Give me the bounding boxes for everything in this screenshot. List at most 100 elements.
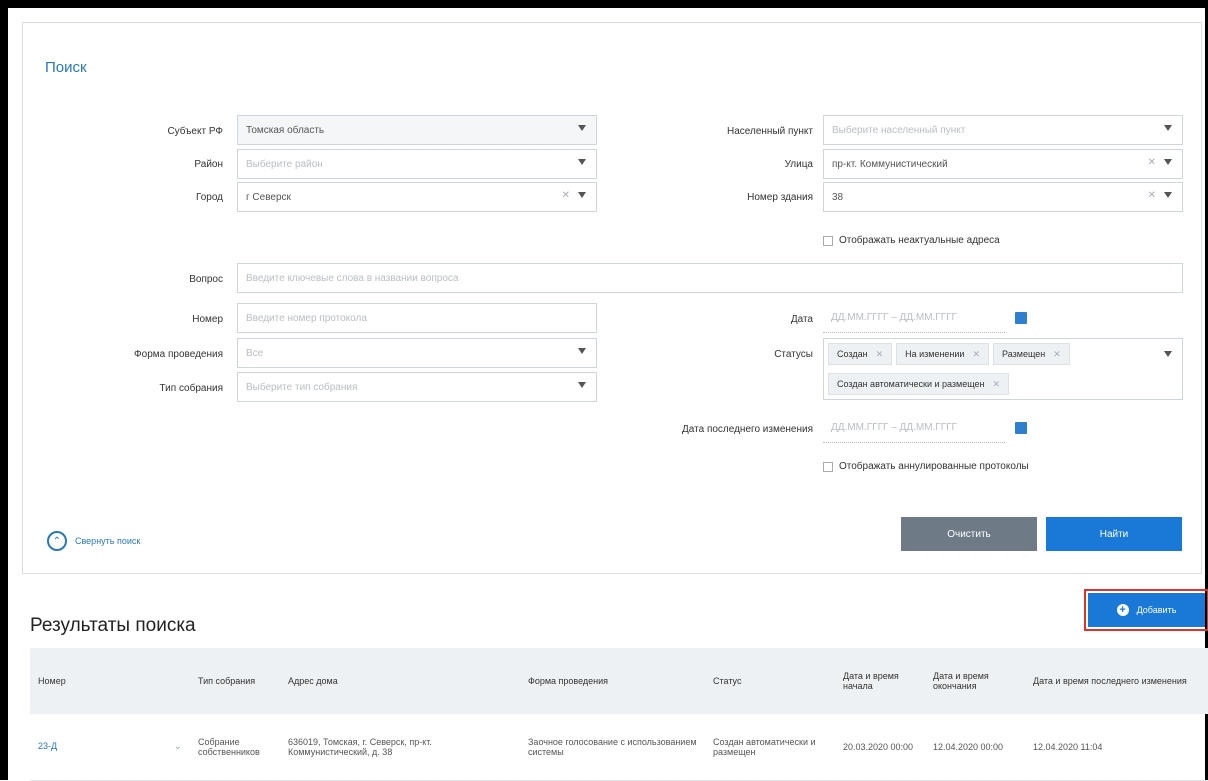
column-header[interactable]: Дата и время последнего изменения <box>1025 648 1208 714</box>
column-header[interactable]: Номер <box>30 648 190 714</box>
results-title: Результаты поиска <box>30 615 196 636</box>
clear-icon[interactable]: ✕ <box>1148 157 1156 168</box>
building-select[interactable]: 38 ✕ <box>823 182 1183 212</box>
close-icon[interactable]: ✕ <box>972 349 980 360</box>
row-start: 20.03.2020 00:00 <box>835 714 925 781</box>
row-type: Собрание собственников <box>190 714 280 781</box>
column-header[interactable]: Дата и время окончания <box>925 648 1025 714</box>
number-label: Номер <box>192 314 223 325</box>
chevron-down-icon <box>578 125 586 131</box>
chevron-down-icon <box>1164 125 1172 131</box>
clear-icon[interactable]: ✕ <box>562 190 570 201</box>
street-value: пр-кт. Коммунистический <box>832 158 948 170</box>
calendar-icon[interactable] <box>1015 312 1027 324</box>
table-row[interactable]: 23-Д ⌄ Собрание собственников 636019, Том… <box>30 714 1208 781</box>
district-placeholder: Выберите район <box>246 158 323 170</box>
row-form: Заочное голосование с использованием сис… <box>520 714 705 781</box>
chevron-down-icon <box>1164 351 1172 357</box>
subject-label: Субъект РФ <box>167 126 223 137</box>
street-label: Улица <box>784 159 813 170</box>
status-chip-label: Создан <box>837 349 868 359</box>
last-change-label: Дата последнего изменения <box>682 424 813 435</box>
city-value: г Северск <box>246 191 291 203</box>
chevron-down-icon <box>578 382 586 388</box>
chevron-down-icon <box>578 348 586 354</box>
row-number[interactable]: 23-Д <box>38 741 57 751</box>
number-input[interactable]: Введите номер протокола <box>237 303 597 333</box>
question-input[interactable]: Введите ключевые слова в названии вопрос… <box>237 263 1183 293</box>
show-cancelled-label: Отображать аннулированные протоколы <box>839 461 1029 472</box>
subject-value: Томская область <box>246 124 325 136</box>
checkbox-icon[interactable] <box>823 461 833 472</box>
column-header[interactable]: Форма проведения <box>520 648 705 714</box>
question-placeholder: Введите ключевые слова в названии вопрос… <box>246 272 459 284</box>
protocol-number-link[interactable]: 23-Д ⌄ <box>30 714 190 781</box>
collapse-search-link[interactable]: ⌃ Свернуть поиск <box>47 531 140 551</box>
search-panel: Поиск Субъект РФ Томская область Район В… <box>22 22 1202 574</box>
column-header[interactable]: Адрес дома <box>280 648 520 714</box>
district-label: Район <box>194 159 223 170</box>
building-label: Номер здания <box>747 192 813 203</box>
meeting-type-select[interactable]: Выберите тип собрания <box>237 372 597 402</box>
status-chip[interactable]: Создан автоматически и размещен ✕ <box>828 373 1010 395</box>
clear-icon[interactable]: ✕ <box>1148 190 1156 201</box>
row-changed: 12.04.2020 11:04 <box>1025 714 1208 781</box>
table-header-row: Номер Тип собрания Адрес дома Форма пров… <box>30 648 1208 714</box>
find-button[interactable]: Найти <box>1046 517 1182 551</box>
chevron-down-icon <box>1164 192 1172 198</box>
chevron-down-icon <box>578 192 586 198</box>
meeting-type-label: Тип собрания <box>159 383 224 394</box>
city-label: Город <box>195 192 223 203</box>
clear-button[interactable]: Очистить <box>901 517 1037 551</box>
chevron-up-icon: ⌃ <box>47 531 67 551</box>
close-icon[interactable]: ✕ <box>1053 349 1061 360</box>
calendar-icon[interactable] <box>1015 422 1027 434</box>
city-select[interactable]: г Северск ✕ <box>237 182 597 212</box>
form-select[interactable]: Все <box>237 338 597 368</box>
checkbox-icon[interactable] <box>823 235 833 246</box>
statuses-multiselect[interactable]: Создан ✕ На изменении ✕ Размещен ✕ Создан а… <box>823 338 1183 400</box>
close-icon[interactable]: ✕ <box>993 379 1001 390</box>
show-noncentral-checkbox[interactable]: Отображать неактуальные адреса <box>823 235 1000 246</box>
status-chip-label: На изменении <box>905 349 965 359</box>
close-icon[interactable]: ✕ <box>876 349 884 360</box>
status-chip[interactable]: На изменении ✕ <box>896 343 990 365</box>
locality-label: Населенный пункт <box>726 126 813 137</box>
form-value: Все <box>246 347 264 359</box>
district-select[interactable]: Выберите район <box>237 149 597 179</box>
status-chip[interactable]: Создан ✕ <box>828 343 893 365</box>
subject-select[interactable]: Томская область <box>237 115 597 145</box>
street-select[interactable]: пр-кт. Коммунистический ✕ <box>823 149 1183 179</box>
last-change-range-input[interactable]: ДД.ММ.ГГГГ – ДД.ММ.ГГГГ <box>823 413 1005 443</box>
status-chip[interactable]: Размещен ✕ <box>993 343 1070 365</box>
results-table: Номер Тип собрания Адрес дома Форма пров… <box>30 648 1208 781</box>
status-chip-label: Размещен <box>1002 349 1046 359</box>
collapse-label: Свернуть поиск <box>75 536 141 546</box>
last-change-placeholder: ДД.ММ.ГГГГ – ДД.ММ.ГГГГ <box>831 422 957 433</box>
chevron-down-icon[interactable]: ⌄ <box>174 741 182 752</box>
date-placeholder: ДД.ММ.ГГГГ – ДД.ММ.ГГГГ <box>831 312 957 323</box>
plus-icon: + <box>1116 604 1129 616</box>
add-button-label: Добавить <box>1136 605 1177 615</box>
chevron-down-icon <box>1164 159 1172 165</box>
column-header[interactable]: Тип собрания <box>190 648 280 714</box>
show-noncentral-label: Отображать неактуальные адреса <box>839 235 1000 246</box>
row-status: Создан автоматически и размещен <box>705 714 835 781</box>
add-button[interactable]: + Добавить <box>1088 593 1205 627</box>
row-end: 12.04.2020 00:00 <box>925 714 1025 781</box>
statuses-label: Статусы <box>774 349 813 360</box>
chevron-down-icon <box>578 159 586 165</box>
date-range-input[interactable]: ДД.ММ.ГГГГ – ДД.ММ.ГГГГ <box>823 303 1005 333</box>
locality-select[interactable]: Выберите населенный пункт <box>823 115 1183 145</box>
number-placeholder: Введите номер протокола <box>246 312 367 324</box>
form-label: Форма проведения <box>134 349 223 360</box>
row-address: 636019, Томская, г. Северск, пр-кт. Комм… <box>280 714 520 781</box>
add-button-highlight: + Добавить <box>1084 589 1208 631</box>
search-title: Поиск <box>45 59 87 76</box>
column-header[interactable]: Дата и время начала <box>835 648 925 714</box>
locality-placeholder: Выберите населенный пункт <box>832 124 966 136</box>
meeting-type-placeholder: Выберите тип собрания <box>246 381 358 393</box>
column-header[interactable]: Статус <box>705 648 835 714</box>
status-chip-label: Создан автоматически и размещен <box>837 379 985 389</box>
show-cancelled-checkbox[interactable]: Отображать аннулированные протоколы <box>823 461 1029 472</box>
